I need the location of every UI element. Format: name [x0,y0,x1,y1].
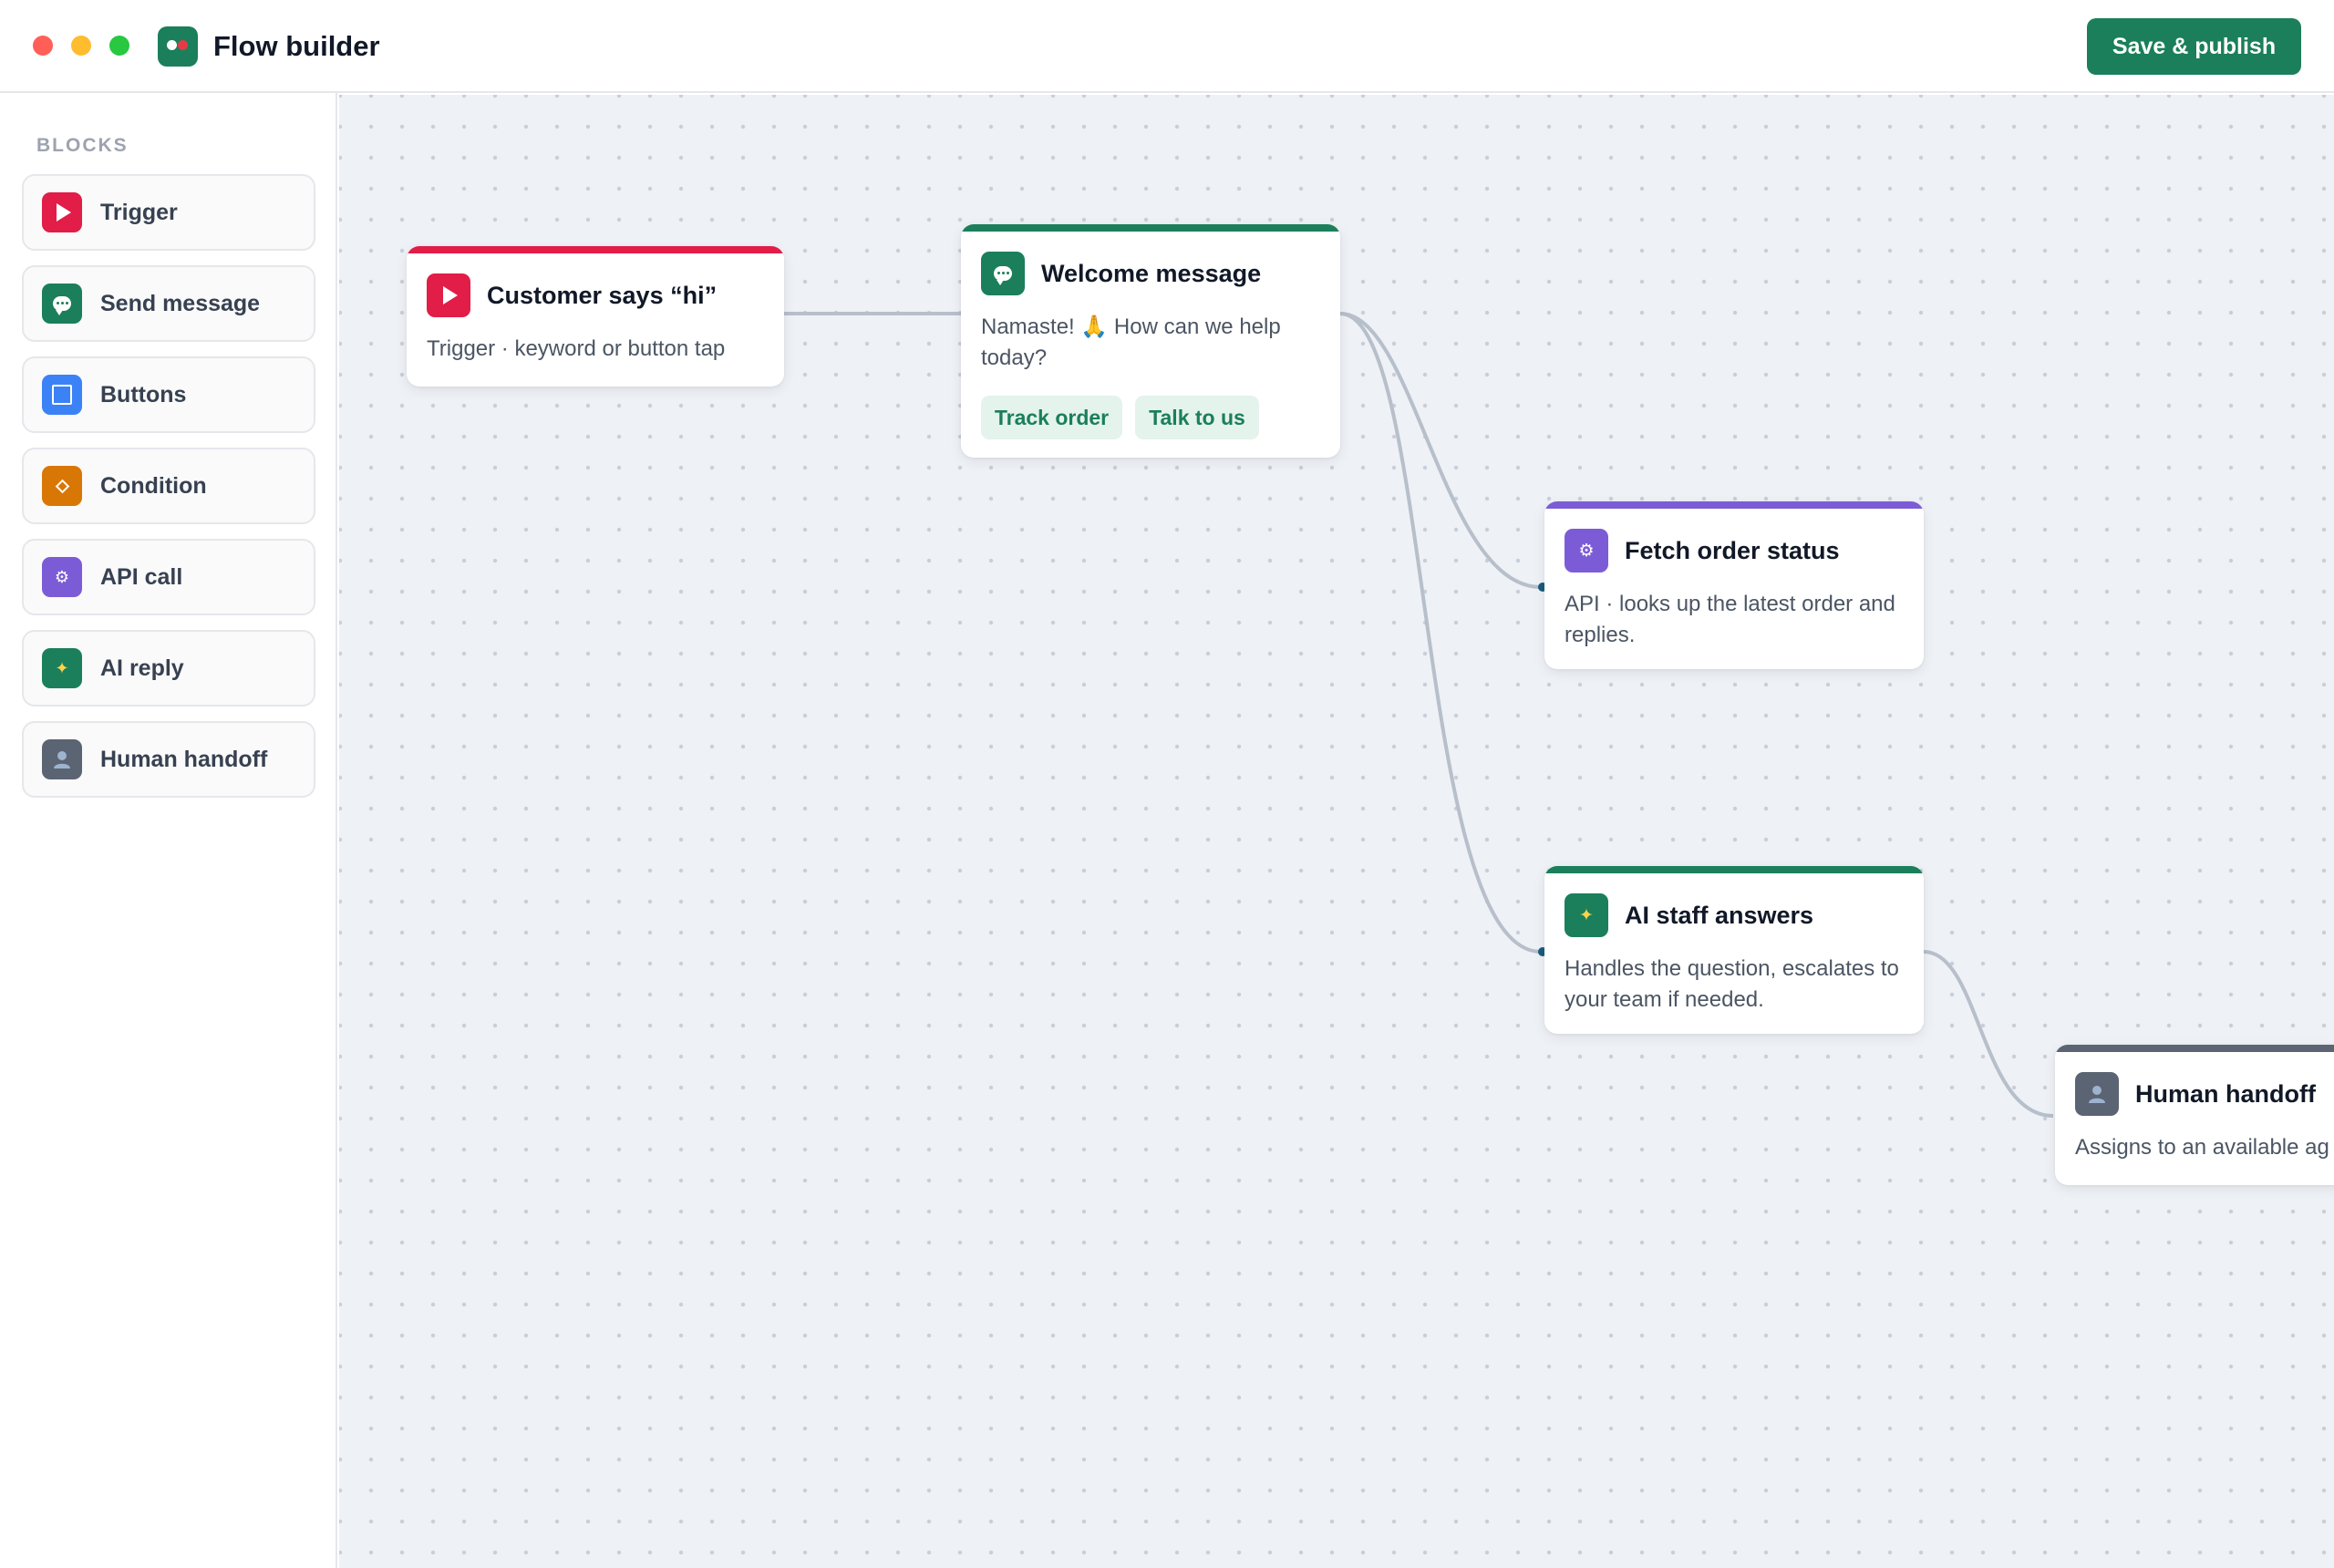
node-description: Namaste! 🙏 How can we help today? [981,315,1281,370]
chat-bubble-icon [981,252,1025,295]
wire-welcome-to-ai [1339,312,1542,954]
quick-reply-track-order[interactable]: Track order [981,396,1122,439]
sidebar-block-label: Trigger [100,199,178,225]
window-minimize-button[interactable] [71,36,91,56]
blocks-sidebar: BLOCKS Trigger Send message Buttons Cond… [0,93,337,1568]
node-customer-says-hi[interactable]: Customer says “hi” Trigger · keyword or … [407,246,784,387]
node-description: API · looks up the latest order and repl… [1565,592,1895,647]
wire-welcome-to-fetch [1339,312,1542,589]
node-accent-bar [2055,1045,2334,1052]
sparkles-icon: ✦ [42,648,82,688]
sidebar-block-label: Condition [100,472,207,499]
node-description: Handles the question, escalates to your … [1565,956,1899,1012]
sparkles-icon: ✦ [1565,893,1608,937]
title-bar: Flow builder Save & publish [0,0,2334,93]
square-icon [42,375,82,415]
quick-reply-talk-to-us[interactable]: Talk to us [1135,396,1259,439]
node-accent-bar [1544,501,1924,509]
wire-ai-to-handoff [1923,950,2054,1118]
sidebar-block-human-handoff[interactable]: Human handoff [22,721,315,798]
sidebar-block-label: Buttons [100,381,187,407]
node-title: Customer says “hi” [487,281,718,309]
node-accent-bar [407,246,784,253]
sidebar-block-label: API call [100,563,183,590]
sidebar-block-condition[interactable]: Condition [22,448,315,524]
person-icon [2075,1072,2119,1116]
node-description: Trigger · keyword or button tap [427,336,726,361]
node-accent-bar [1544,866,1924,873]
node-ai-staff-answers[interactable]: ✦ AI staff answers Handles the question,… [1544,866,1924,1034]
person-icon [42,739,82,779]
node-description: Assigns to an available ag [2075,1135,2329,1160]
node-welcome-message[interactable]: Welcome message Namaste! 🙏 How can we he… [961,224,1340,458]
blocks-heading: BLOCKS [36,135,129,156]
sidebar-block-label: Human handoff [100,746,268,772]
flow-canvas[interactable]: Customer says “hi” Trigger · keyword or … [339,95,2334,1568]
diamond-icon [42,466,82,506]
sidebar-block-send-message[interactable]: Send message [22,265,315,342]
node-fetch-order-status[interactable]: ⚙ Fetch order status API · looks up the … [1544,501,1924,669]
node-title: Welcome message [1041,259,1262,287]
node-title: AI staff answers [1625,901,1814,929]
sidebar-block-ai-reply[interactable]: ✦ AI reply [22,630,315,707]
chat-bubble-icon [42,284,82,324]
node-title: Fetch order status [1625,536,1840,564]
node-human-handoff[interactable]: Human handoff Assigns to an available ag [2055,1045,2334,1185]
sidebar-block-label: AI reply [100,655,184,681]
sidebar-block-label: Send message [100,290,261,316]
window-zoom-button[interactable] [109,36,129,56]
save-publish-button[interactable]: Save & publish [2087,18,2301,75]
sidebar-block-api-call[interactable]: ⚙ API call [22,539,315,615]
gear-icon: ⚙ [1565,529,1608,573]
play-icon [427,273,470,317]
app-title: Flow builder [213,30,380,62]
sidebar-block-buttons[interactable]: Buttons [22,356,315,433]
play-icon [42,192,82,232]
node-accent-bar [961,224,1340,232]
window-close-button[interactable] [33,36,53,56]
sidebar-block-trigger[interactable]: Trigger [22,174,315,251]
app-logo-icon [158,26,198,67]
node-title: Human handoff [2135,1079,2316,1108]
gear-icon: ⚙ [42,557,82,597]
